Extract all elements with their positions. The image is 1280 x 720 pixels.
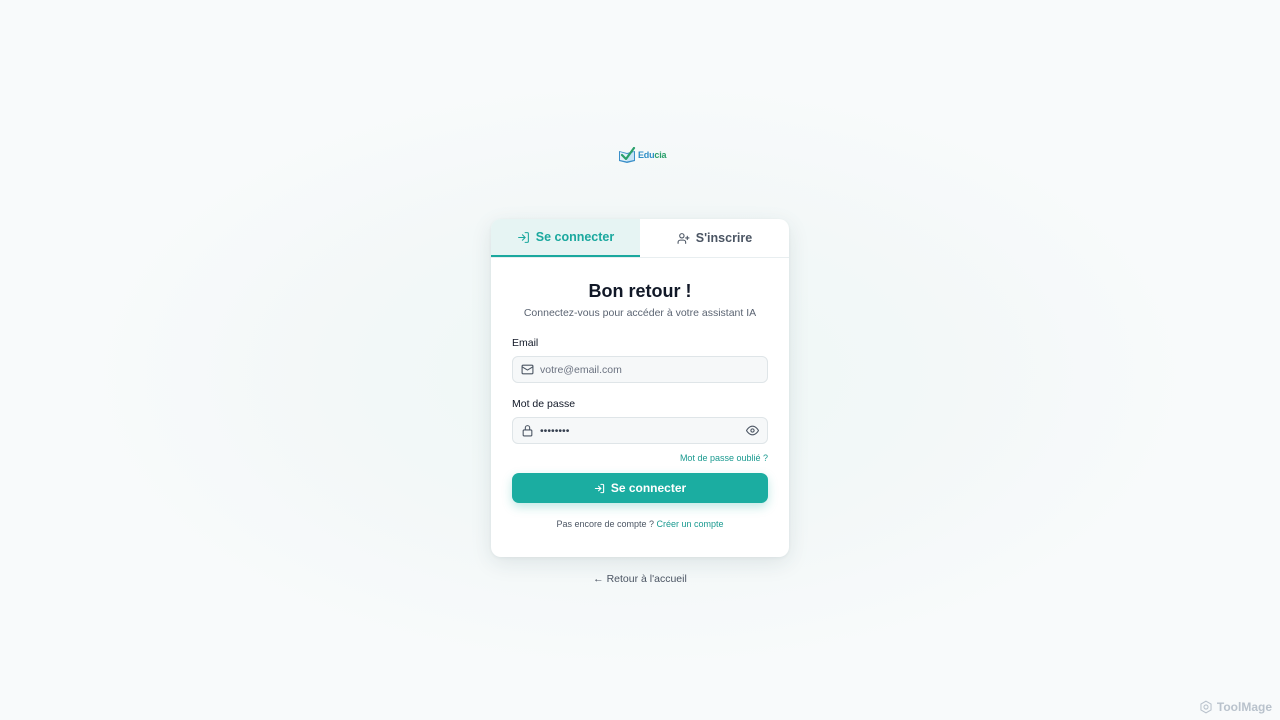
lock-icon [522, 425, 533, 437]
forgot-password-link[interactable]: Mot de passe oublié ? [512, 453, 768, 463]
educia-logo: Educia [618, 146, 667, 164]
back-home-link[interactable]: ← Retour à l'accueil [0, 573, 1280, 585]
password-label: Mot de passe [512, 398, 576, 410]
checkbook-logo-icon [619, 147, 636, 163]
email-field-wrapper [512, 356, 768, 383]
hexagon-logo-icon [1200, 700, 1212, 714]
login-submit-label: Se connecter [610, 481, 687, 495]
tab-login[interactable]: Se connecter [491, 219, 640, 257]
tab-signup[interactable]: S'inscrire [640, 219, 789, 257]
brand-name: Educia [638, 150, 667, 160]
login-card: Se connecter S'inscrire Bon retour ! Con… [491, 219, 789, 557]
mail-icon [521, 364, 534, 375]
password-input[interactable] [540, 424, 740, 437]
email-label: Email [512, 337, 539, 349]
watermark: ToolMage [1199, 700, 1272, 714]
page-subtitle: Connectez-vous pour accéder à votre assi… [523, 307, 757, 319]
user-plus-icon [677, 232, 690, 244]
login-icon [517, 231, 529, 243]
tab-signup-label: S'inscrire [695, 231, 753, 245]
tab-login-label: Se connecter [535, 230, 615, 244]
signup-prompt: Pas encore de compte ? Créer un compte [512, 519, 768, 529]
login-submit-button[interactable]: Se connecter [512, 473, 768, 503]
email-input[interactable] [540, 363, 759, 376]
eye-icon[interactable] [746, 424, 759, 437]
login-icon [594, 483, 604, 493]
no-account-text: Pas encore de compte ? [556, 519, 654, 529]
password-field-wrapper [512, 417, 768, 444]
page-title: Bon retour ! [588, 281, 692, 301]
create-account-link[interactable]: Créer un compte [657, 519, 724, 529]
watermark-text: ToolMage [1216, 700, 1272, 714]
auth-tabs: Se connecter S'inscrire [491, 219, 789, 258]
